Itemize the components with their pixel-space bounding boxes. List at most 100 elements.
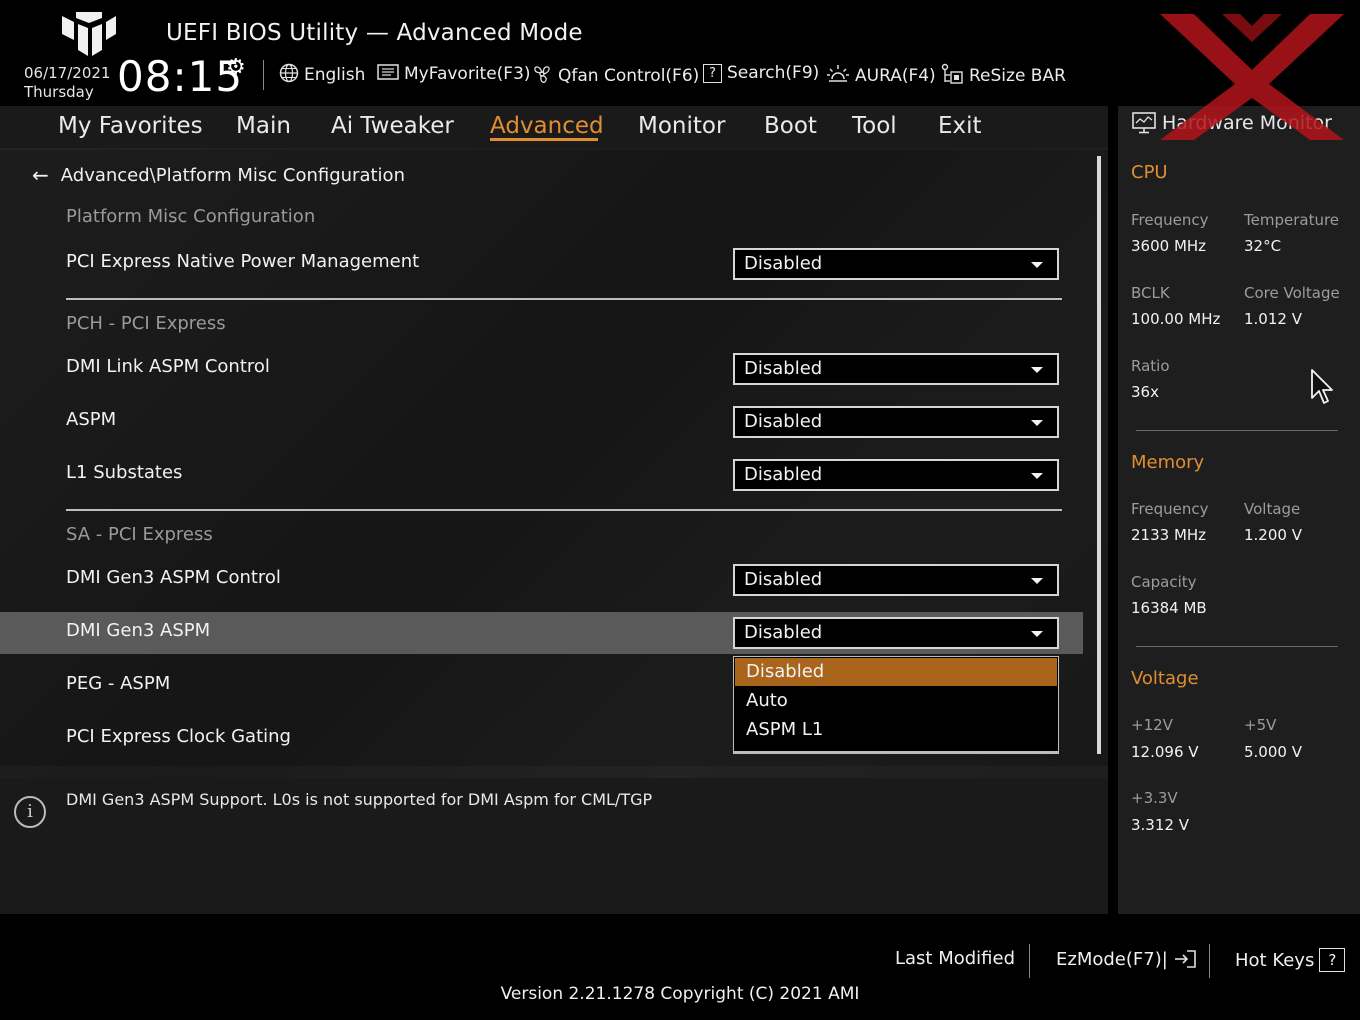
option-label: Auto	[746, 690, 788, 711]
section-divider	[66, 298, 1062, 300]
last-modified-button[interactable]: Last Modified	[895, 948, 1015, 969]
exit-to-ezmode-icon	[1174, 950, 1196, 968]
active-tab-underline	[490, 138, 598, 141]
voltage-5v-value: 5.000 V	[1244, 743, 1302, 761]
hot-keys-button[interactable]: Hot Keys ?	[1235, 948, 1346, 972]
section-pch-pci-express: PCH - PCI Express	[66, 313, 226, 334]
header-divider	[263, 60, 264, 90]
search-help-icon: ?	[703, 63, 722, 83]
setting-label-pcie-clock-gating[interactable]: PCI Express Clock Gating	[66, 726, 291, 747]
clock-settings-gear-icon[interactable]: ⚙	[226, 55, 246, 80]
memory-voltage-label: Voltage	[1244, 500, 1301, 518]
dropdown-aspm[interactable]: Disabled	[733, 406, 1059, 438]
tab-monitor[interactable]: Monitor	[638, 113, 725, 139]
tab-advanced[interactable]: Advanced	[490, 113, 604, 139]
date-text: 06/17/2021	[24, 64, 111, 82]
cpu-frequency-label: Frequency	[1131, 211, 1209, 229]
cpu-temperature-value: 32°C	[1244, 237, 1282, 255]
back-arrow-icon[interactable]: ←	[32, 163, 49, 187]
setting-label-peg-aspm[interactable]: PEG - ASPM	[66, 673, 170, 694]
cpu-ratio-label: Ratio	[1131, 357, 1170, 375]
aura-light-icon	[826, 63, 850, 89]
dropdown-value: Disabled	[744, 253, 823, 274]
dropdown-value: Disabled	[744, 358, 823, 379]
myfavorite-button[interactable]: MyFavorite(F3)	[377, 63, 531, 85]
caret-down-icon	[1031, 473, 1043, 479]
dropdown-option-list: Disabled Auto ASPM L1	[733, 656, 1059, 754]
dropdown-dmi-gen3-aspm[interactable]: Disabled	[733, 617, 1059, 649]
aura-label: AURA(F4)	[855, 66, 936, 86]
ezmode-label: EzMode(F7)|	[1056, 948, 1168, 970]
option-label: ASPM L1	[746, 719, 824, 740]
dropdown-value: Disabled	[744, 411, 823, 432]
search-button[interactable]: ? Search(F9)	[703, 63, 819, 83]
setting-label-l1-substates[interactable]: L1 Substates	[66, 462, 182, 483]
cpu-bclk-label: BCLK	[1131, 284, 1170, 302]
scrollbar[interactable]	[1097, 156, 1101, 754]
dropdown-value: Disabled	[744, 569, 823, 590]
memory-frequency-value: 2133 MHz	[1131, 526, 1207, 544]
language-button[interactable]: English	[279, 63, 365, 87]
hw-divider	[1136, 430, 1338, 431]
setting-label-pcie-native-pm[interactable]: PCI Express Native Power Management	[66, 251, 419, 272]
tab-main[interactable]: Main	[236, 113, 291, 139]
tab-exit[interactable]: Exit	[938, 113, 982, 139]
weekday-text: Thursday	[24, 83, 94, 101]
fan-icon	[531, 63, 553, 89]
clock-display: 08:15	[117, 52, 244, 101]
hw-divider	[1136, 646, 1338, 647]
caret-down-icon	[1031, 262, 1043, 268]
dropdown-pcie-native-pm[interactable]: Disabled	[733, 248, 1059, 280]
setting-label-dmi-gen3-aspm-control[interactable]: DMI Gen3 ASPM Control	[66, 567, 281, 588]
hot-keys-label: Hot Keys	[1235, 949, 1315, 971]
cpu-ratio-value: 36x	[1131, 383, 1159, 401]
cpu-frequency-value: 3600 MHz	[1131, 237, 1207, 255]
caret-down-icon	[1031, 420, 1043, 426]
voltage-3v3-value: 3.312 V	[1131, 816, 1189, 834]
aura-button[interactable]: AURA(F4)	[826, 63, 936, 89]
resize-bar-button[interactable]: ReSize BAR	[940, 63, 1066, 89]
dropdown-dmi-gen3-aspm-control[interactable]: Disabled	[733, 564, 1059, 596]
hardware-monitor-title: Hardware Monitor	[1132, 112, 1332, 134]
caret-down-icon	[1031, 367, 1043, 373]
date-display: 06/17/2021 Thursday	[24, 64, 110, 102]
setting-label-dmi-link-aspm[interactable]: DMI Link ASPM Control	[66, 356, 270, 377]
qfan-control-button[interactable]: Qfan Control(F6)	[531, 63, 699, 89]
monitor-icon	[1132, 112, 1156, 134]
memory-capacity-value: 16384 MB	[1131, 599, 1207, 617]
dropdown-l1-substates[interactable]: Disabled	[733, 459, 1059, 491]
tab-tool[interactable]: Tool	[852, 113, 897, 139]
mouse-cursor-icon	[1311, 369, 1333, 404]
section-platform-misc: Platform Misc Configuration	[66, 206, 316, 227]
tab-boot[interactable]: Boot	[764, 113, 817, 139]
section-divider	[66, 509, 1062, 511]
footer-divider	[1029, 944, 1030, 978]
setting-label-dmi-gen3-aspm[interactable]: DMI Gen3 ASPM	[66, 620, 210, 641]
option-aspm-l1[interactable]: ASPM L1	[735, 716, 1057, 744]
option-label: Disabled	[746, 661, 825, 682]
last-modified-label: Last Modified	[895, 948, 1016, 969]
hw-section-cpu: CPU	[1131, 162, 1168, 183]
ezmode-button[interactable]: EzMode(F7)|	[1056, 948, 1197, 970]
language-label: English	[304, 65, 366, 85]
tab-ai-tweaker[interactable]: Ai Tweaker	[331, 113, 454, 139]
footer-divider	[1209, 944, 1210, 978]
dropdown-dmi-link-aspm[interactable]: Disabled	[733, 353, 1059, 385]
option-auto[interactable]: Auto	[735, 687, 1057, 715]
tab-my-favorites[interactable]: My Favorites	[58, 113, 203, 139]
globe-icon	[279, 63, 299, 87]
question-help-icon: ?	[1319, 948, 1346, 972]
myfavorite-label: MyFavorite(F3)	[404, 64, 531, 84]
breadcrumb-path: Advanced\Platform Misc Configuration	[60, 164, 405, 186]
option-disabled[interactable]: Disabled	[735, 658, 1057, 686]
cpu-bclk-value: 100.00 MHz	[1131, 310, 1221, 328]
memory-voltage-value: 1.200 V	[1244, 526, 1302, 544]
caret-down-icon	[1031, 578, 1043, 584]
memory-capacity-label: Capacity	[1131, 573, 1197, 591]
voltage-12v-label: +12V	[1131, 716, 1173, 734]
help-text: DMI Gen3 ASPM Support. L0s is not suppor…	[66, 790, 653, 809]
setting-label-aspm[interactable]: ASPM	[66, 409, 116, 430]
version-text: Version 2.21.1278 Copyright (C) 2021 AMI	[500, 984, 860, 1004]
tuf-logo-icon	[62, 12, 116, 56]
hardware-monitor-label: Hardware Monitor	[1162, 112, 1332, 134]
